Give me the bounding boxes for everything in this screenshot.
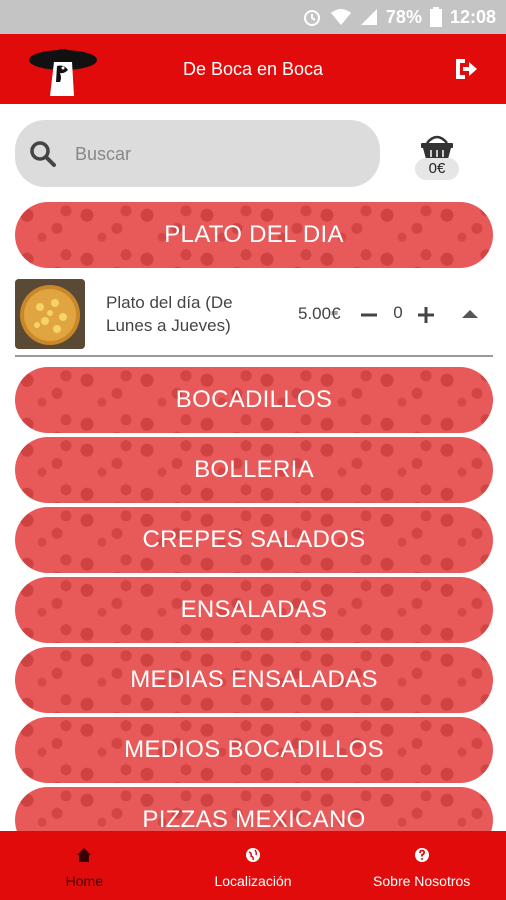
clock-time: 12:08 [449,6,496,27]
basket-icon [419,133,455,159]
battery-percentage: 78% [385,6,422,27]
logout-icon[interactable] [452,56,478,82]
globe-icon [245,847,261,863]
home-icon [76,847,92,863]
menu-item: Plato del día (De Lunes a Jueves) 5.00€ … [0,277,506,357]
nav-sobre-nosotros[interactable]: Sobre Nosotros [337,831,506,900]
question-icon [414,847,430,863]
nav-home[interactable]: Home [0,831,169,900]
category-label: MEDIOS BOCADILLOS [124,736,384,763]
item-quantity: 0 [393,303,403,322]
category-ensaladas[interactable]: ENSALADAS [15,577,493,643]
cart-total: 0€ [415,158,459,180]
item-name: Plato del día (De Lunes a Jueves) [106,293,233,335]
category-crepes-salados[interactable]: CREPES SALADOS [15,507,493,573]
nav-label: Sobre Nosotros [373,873,471,889]
category-bocadillos[interactable]: BOCADILLOS [15,367,493,433]
category-medias-ensaladas[interactable]: MEDIAS ENSALADAS [15,647,493,713]
category-label: PIZZAS MEXICANO [142,806,366,833]
increase-quantity-button[interactable] [417,306,435,324]
nav-localizacion[interactable]: Localización [169,831,338,900]
search-icon [29,140,57,168]
category-label: BOCADILLOS [175,386,333,413]
item-thumbnail [15,279,85,349]
search-input[interactable] [73,136,367,172]
divider [15,355,493,357]
battery-icon [429,7,442,27]
category-bolleria[interactable]: BOLLERIA [15,437,493,503]
category-label: CREPES SALADOS [142,526,366,553]
category-label: BOLLERIA [194,456,314,483]
category-label: MEDIAS ENSALADAS [130,666,378,693]
search-bar [15,120,380,187]
nav-label: Home [65,873,104,889]
category-plato-del-dia[interactable]: PLATO DEL DIA [15,202,493,268]
category-label: PLATO DEL DIA [164,221,344,248]
status-bar: 78% 12:08 [0,0,506,34]
category-label: ENSALADAS [180,596,328,623]
item-price: 5.00€ [298,304,341,323]
nav-label: Localización [214,873,292,889]
signal-icon [360,8,378,26]
decrease-quantity-button[interactable] [360,306,378,324]
collapse-chevron-icon[interactable] [460,307,480,321]
cart-button[interactable]: 0€ [415,133,459,181]
app-title: De Boca en Boca [182,59,324,79]
bottom-nav: Home Localización Sobre Nosotros [0,831,506,900]
alarm-icon [302,7,322,27]
wifi-icon [330,8,352,26]
app-header: De Boca en Boca [0,34,506,104]
category-medios-bocadillos[interactable]: MEDIOS BOCADILLOS [15,717,493,783]
